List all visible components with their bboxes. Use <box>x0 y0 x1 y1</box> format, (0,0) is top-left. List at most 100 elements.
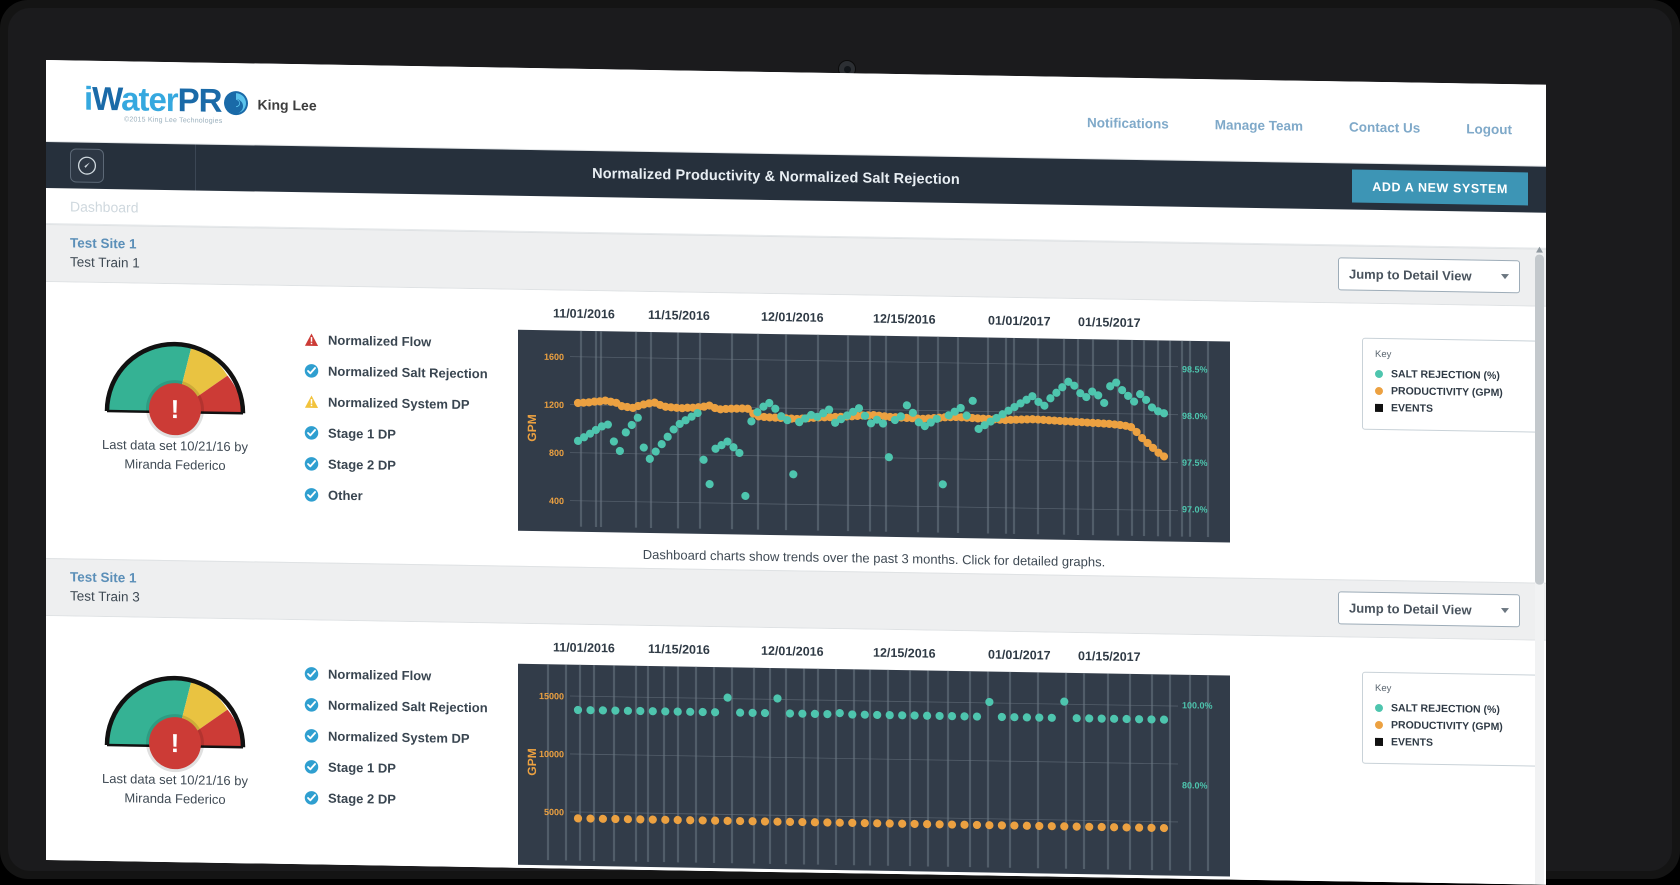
status-item[interactable]: Normalized Salt Rejection <box>304 689 518 724</box>
scrollbar-thumb[interactable] <box>1535 254 1544 585</box>
laptop-bezel: iWaterPR ©2015 King Lee Technologies Kin… <box>0 0 1680 885</box>
top-navigation: Notifications Manage Team Contact Us Log… <box>1087 115 1512 137</box>
svg-text:GPM: GPM <box>525 748 539 776</box>
application-window: iWaterPR ©2015 King Lee Technologies Kin… <box>46 60 1546 885</box>
alert-triangle-icon <box>304 332 328 347</box>
legend-item-salt-rejection: SALT REJECTION (%) <box>1375 700 1527 719</box>
status-label: Stage 1 DP <box>328 759 396 776</box>
svg-text:1200: 1200 <box>544 400 564 410</box>
status-item[interactable]: Normalized System DP <box>304 720 518 755</box>
logo[interactable]: iWaterPR ©2015 King Lee Technologies Kin… <box>84 79 317 125</box>
status-item[interactable]: Normalized Salt Rejection <box>304 355 518 390</box>
gauge-column: ! Last data set 10/21/16 by Miranda Fede… <box>46 294 304 476</box>
gauge-badge-label: ! <box>170 394 180 425</box>
logo-copyright: ©2015 King Lee Technologies <box>124 116 223 125</box>
legend-label: PRODUCTIVITY (GPM) <box>1391 385 1503 400</box>
legend-swatch-icon <box>1375 703 1383 713</box>
status-item[interactable]: Normalized Flow <box>304 324 518 359</box>
nav-manage-team[interactable]: Manage Team <box>1215 117 1303 133</box>
svg-text:800: 800 <box>549 448 564 458</box>
breadcrumb-label[interactable]: Dashboard <box>70 198 139 215</box>
status-label: Normalized Flow <box>328 332 432 350</box>
gauge-caption: Last data set 10/21/16 by Miranda Federi… <box>102 769 248 809</box>
legend-swatch-icon <box>1375 386 1383 396</box>
chart-x-tick-label: 01/15/2017 <box>1078 649 1141 665</box>
health-gauge: ! <box>99 669 251 770</box>
chart-x-tick-label: 01/01/2017 <box>988 313 1051 329</box>
chart-x-tick-label: 11/01/2016 <box>553 640 615 656</box>
check-circle-icon <box>304 487 328 502</box>
gauge-column: ! Last data set 10/21/16 by Miranda Fede… <box>46 628 304 810</box>
legend-item-events: EVENTS <box>1375 734 1527 753</box>
check-circle-icon <box>304 666 328 681</box>
legend-item-productivity: PRODUCTIVITY (GPM) <box>1375 383 1527 402</box>
legend-label: EVENTS <box>1391 736 1434 749</box>
svg-text:5000: 5000 <box>544 807 564 817</box>
chart-x-tick-label: 11/01/2016 <box>553 306 615 322</box>
check-circle-icon <box>304 728 328 743</box>
status-label: Other <box>328 487 363 504</box>
status-label: Stage 2 DP <box>328 790 396 807</box>
status-label: Normalized System DP <box>328 394 470 412</box>
nav-notifications[interactable]: Notifications <box>1087 115 1169 131</box>
chart-x-tick-label: 11/15/2016 <box>648 641 710 657</box>
check-circle-icon <box>304 790 328 805</box>
gauge-caption-line1: Last data set 10/21/16 by <box>102 770 248 789</box>
svg-text:1600: 1600 <box>544 352 564 362</box>
scrollbar-track[interactable] <box>1535 254 1544 885</box>
status-item[interactable]: Stage 1 DP <box>304 417 518 452</box>
status-item[interactable]: Stage 2 DP <box>304 448 518 483</box>
chart-x-tick-label: 12/15/2016 <box>873 311 936 327</box>
status-label: Normalized Flow <box>328 666 432 684</box>
status-item[interactable]: Stage 2 DP <box>304 782 518 817</box>
status-item[interactable]: Normalized System DP <box>304 386 518 421</box>
logo-wordmark: iWaterPR <box>84 79 249 119</box>
chart-column: 11/01/2016 11/15/2016 12/01/2016 12/15/2016… <box>518 302 1350 574</box>
jump-to-detail-view-select[interactable]: Jump to Detail View <box>1338 257 1520 294</box>
status-label: Normalized System DP <box>328 728 470 746</box>
logo-letter-w: W <box>92 79 122 118</box>
status-list: Normalized Flow Normalized Salt Rejectio… <box>304 632 518 817</box>
warning-triangle-icon <box>304 394 328 409</box>
nav-contact-us[interactable]: Contact Us <box>1349 119 1420 135</box>
legend-item-productivity: PRODUCTIVITY (GPM) <box>1375 717 1527 736</box>
panel-body: ! Last data set 10/21/16 by Miranda Fede… <box>46 616 1546 885</box>
gauge-caption: Last data set 10/21/16 by Miranda Federi… <box>102 435 248 475</box>
logo-text-ater: ater <box>121 80 178 119</box>
scroll-up-button[interactable] <box>1535 245 1544 255</box>
chart-canvas[interactable]: 400 800 1200 1600 GPM 97.0% 97.5% 98.0% 98.5% <box>518 329 1230 543</box>
logo-letter-i: i <box>84 79 93 117</box>
status-label: Stage 1 DP <box>328 425 396 442</box>
status-label: Normalized Salt Rejection <box>328 697 488 716</box>
svg-text:400: 400 <box>549 496 564 506</box>
chart-x-tick-label: 01/15/2017 <box>1078 315 1141 331</box>
legend-label: PRODUCTIVITY (GPM) <box>1391 719 1503 734</box>
svg-text:97.5%: 97.5% <box>1182 458 1208 468</box>
legend-title: Key <box>1375 348 1392 361</box>
status-label: Stage 2 DP <box>328 456 396 473</box>
gauge-icon[interactable] <box>70 148 104 183</box>
chart-column: 11/01/2016 11/15/2016 12/01/2016 12/15/2016… <box>518 636 1350 879</box>
chart-canvas[interactable]: 5000 10000 15000 GPM 80.0% 100.0% <box>518 663 1230 877</box>
legend-swatch-icon <box>1375 720 1383 730</box>
jump-to-detail-view-label: Jump to Detail View <box>1349 266 1472 284</box>
chart-x-tick-label: 01/01/2017 <box>988 647 1051 663</box>
check-circle-icon <box>304 456 328 471</box>
chart-x-tick-label: 11/15/2016 <box>648 307 710 323</box>
status-item[interactable]: Other <box>304 479 518 514</box>
gauge-tab[interactable] <box>46 142 196 191</box>
check-circle-icon <box>304 363 328 378</box>
page-title: Normalized Productivity & Normalized Sal… <box>592 166 960 189</box>
chart-x-tick-label: 12/15/2016 <box>873 645 936 661</box>
check-circle-icon <box>304 759 328 774</box>
status-list: Normalized Flow Normalized Salt Rejectio… <box>304 298 518 514</box>
add-new-system-button[interactable]: ADD A NEW SYSTEM <box>1352 169 1528 206</box>
svg-text:100.0%: 100.0% <box>1182 700 1213 711</box>
legend-swatch-icon <box>1375 403 1383 413</box>
nav-logout[interactable]: Logout <box>1466 121 1512 137</box>
status-item[interactable]: Normalized Flow <box>304 658 518 693</box>
swirl-icon <box>223 88 249 116</box>
jump-to-detail-view-select[interactable]: Jump to Detail View <box>1338 591 1520 628</box>
status-item[interactable]: Stage 1 DP <box>304 751 518 786</box>
key-column: Key SALT REJECTION (%) PRODUCTIVITY (GPM… <box>1350 316 1546 433</box>
